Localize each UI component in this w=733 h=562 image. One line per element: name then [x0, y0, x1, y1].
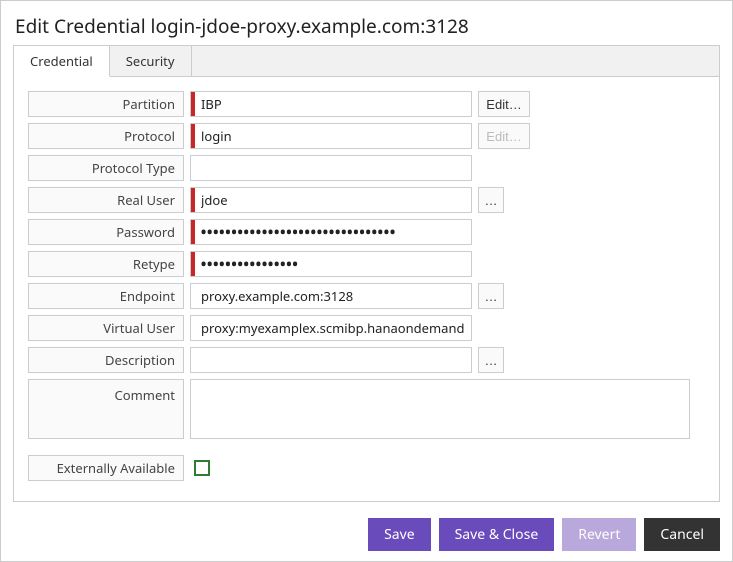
virtual-user-input[interactable]: [195, 316, 471, 340]
real-user-input[interactable]: [195, 188, 471, 212]
field-wrap-virtual-user: [190, 315, 472, 341]
label-virtual-user: Virtual User: [28, 315, 184, 341]
endpoint-input[interactable]: [195, 284, 471, 308]
cancel-button[interactable]: Cancel: [644, 518, 720, 551]
label-description: Description: [28, 347, 184, 373]
tab-security[interactable]: Security: [110, 46, 192, 76]
comment-textarea[interactable]: [191, 380, 689, 438]
tab-bar: Credential Security: [13, 45, 720, 77]
externally-available-checkbox[interactable]: [194, 460, 210, 476]
field-wrap-protocol-type: [190, 155, 472, 181]
label-password: Password: [28, 219, 184, 245]
dialog-footer: Save Save & Close Revert Cancel: [13, 508, 720, 551]
retype-input[interactable]: [195, 252, 471, 276]
save-close-button[interactable]: Save & Close: [439, 518, 555, 551]
field-wrap-endpoint: [190, 283, 472, 309]
protocol-type-input[interactable]: [195, 156, 471, 180]
protocol-input[interactable]: [195, 124, 471, 148]
protocol-edit-button: Edit…: [478, 123, 530, 149]
field-wrap-protocol: [190, 123, 472, 149]
label-externally-available: Externally Available: [28, 455, 184, 481]
password-input[interactable]: [195, 220, 471, 244]
field-wrap-description: [190, 347, 472, 373]
description-browse-button[interactable]: …: [478, 347, 504, 373]
endpoint-browse-button[interactable]: …: [478, 283, 504, 309]
tab-credential[interactable]: Credential: [14, 46, 110, 77]
field-wrap-comment: [190, 379, 690, 439]
save-button[interactable]: Save: [368, 518, 431, 551]
description-input[interactable]: [195, 348, 471, 372]
edit-credential-dialog: Edit Credential login-jdoe-proxy.example…: [0, 0, 733, 562]
credential-panel: Partition Edit… Protocol Edit… Protocol …: [13, 77, 720, 502]
label-endpoint: Endpoint: [28, 283, 184, 309]
partition-edit-button[interactable]: Edit…: [478, 91, 530, 117]
label-comment: Comment: [28, 379, 184, 439]
label-retype: Retype: [28, 251, 184, 277]
field-wrap-partition: [190, 91, 472, 117]
field-wrap-retype: [190, 251, 472, 277]
externally-available-wrap: [190, 455, 210, 481]
field-wrap-real-user: [190, 187, 472, 213]
partition-input[interactable]: [195, 92, 471, 116]
revert-button: Revert: [562, 518, 636, 551]
label-protocol: Protocol: [28, 123, 184, 149]
label-partition: Partition: [28, 91, 184, 117]
dialog-title: Edit Credential login-jdoe-proxy.example…: [15, 13, 720, 39]
label-protocol-type: Protocol Type: [28, 155, 184, 181]
real-user-browse-button[interactable]: …: [478, 187, 504, 213]
field-wrap-password: [190, 219, 472, 245]
label-real-user: Real User: [28, 187, 184, 213]
